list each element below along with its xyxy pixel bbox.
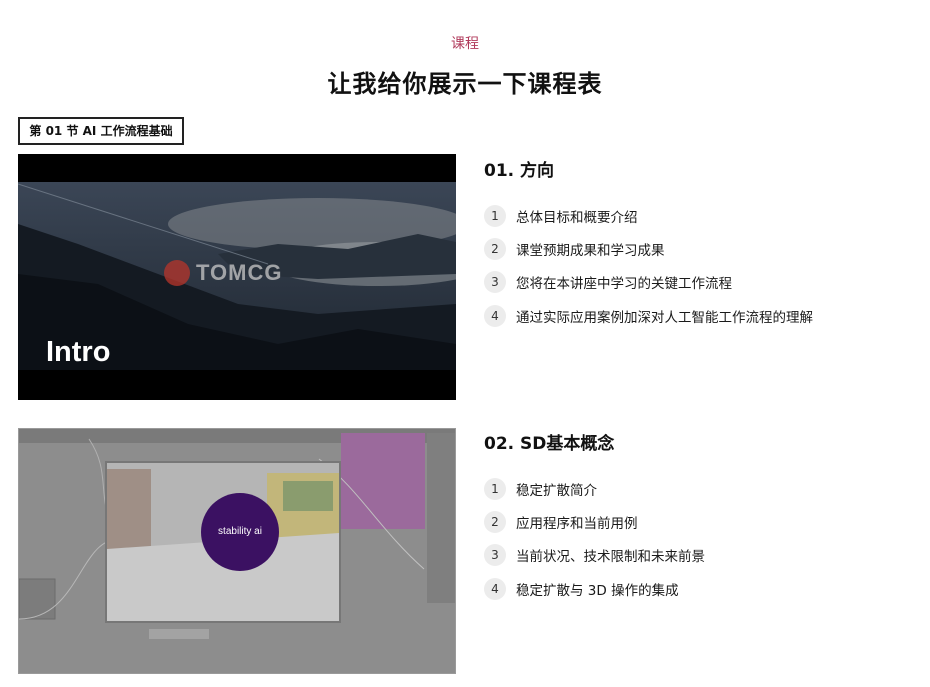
page-title: 让我给你展示一下课程表 — [327, 70, 603, 98]
list-item: 1 稳定扩散简介 — [484, 472, 924, 505]
item-number-badge: 2 — [484, 237, 506, 260]
item-number-badge: 2 — [484, 510, 506, 533]
lesson-2-title: 02. SD基本概念 — [484, 434, 615, 454]
item-number-badge: 3 — [484, 271, 506, 294]
item-text: 稳定扩散简介 — [516, 482, 597, 499]
eyebrow-label: 课程 — [451, 36, 479, 52]
item-number-badge: 1 — [484, 477, 506, 500]
item-text: 当前状况、技术限制和未来前景 — [516, 549, 705, 566]
list-item: 3 当前状况、技术限制和未来前景 — [484, 539, 924, 572]
intro-overlay-text: Intro — [46, 336, 111, 368]
item-number-badge: 1 — [484, 204, 506, 227]
lesson-2-topic-list: 1 稳定扩散简介 2 应用程序和当前用例 3 当前状况、技术限制和未来前景 4 稳定扩散… — [484, 472, 924, 605]
item-number-badge: 4 — [484, 304, 506, 327]
lesson-1-topic-list: 1 总体目标和概要介绍 2 课堂预期成果和学习成果 3 您将在本讲座中学习的关键工作流… — [484, 199, 924, 332]
item-text: 通过实际应用案例加深对人工智能工作流程的理解 — [516, 309, 813, 326]
item-text: 总体目标和概要介绍 — [516, 209, 638, 226]
item-text: 应用程序和当前用例 — [516, 515, 638, 532]
lesson-1: 01. 方向 1 总体目标和概要介绍 2 课堂预期成果和学习成果 3 您将在本讲座中学… — [484, 158, 924, 332]
tomato-icon — [164, 260, 190, 286]
stability-ai-logo: stability ai — [201, 493, 279, 571]
list-item: 4 通过实际应用案例加深对人工智能工作流程的理解 — [484, 299, 924, 332]
lesson-2-thumbnail[interactable]: stability ai — [18, 428, 456, 674]
list-item: 3 您将在本讲座中学习的关键工作流程 — [484, 266, 924, 299]
item-number-badge: 4 — [484, 577, 506, 600]
section-tag: 第 01 节 AI 工作流程基础 — [18, 117, 184, 145]
item-number-badge: 3 — [484, 544, 506, 567]
lesson-1-title: 01. 方向 — [484, 161, 555, 181]
watermark-text: TOMCG — [196, 260, 283, 285]
lesson-2: 02. SD基本概念 1 稳定扩散简介 2 应用程序和当前用例 3 当前状况、技术限制… — [484, 431, 924, 605]
watermark-logo: TOMCG — [164, 260, 282, 286]
list-item: 1 总体目标和概要介绍 — [484, 199, 924, 232]
item-text: 稳定扩散与 3D 操作的集成 — [516, 582, 679, 599]
list-item: 2 应用程序和当前用例 — [484, 505, 924, 538]
list-item: 4 稳定扩散与 3D 操作的集成 — [484, 572, 924, 605]
item-text: 课堂预期成果和学习成果 — [516, 242, 665, 259]
lesson-1-thumbnail[interactable]: TOMCG Intro — [18, 154, 456, 400]
item-text: 您将在本讲座中学习的关键工作流程 — [516, 276, 732, 293]
list-item: 2 课堂预期成果和学习成果 — [484, 232, 924, 265]
